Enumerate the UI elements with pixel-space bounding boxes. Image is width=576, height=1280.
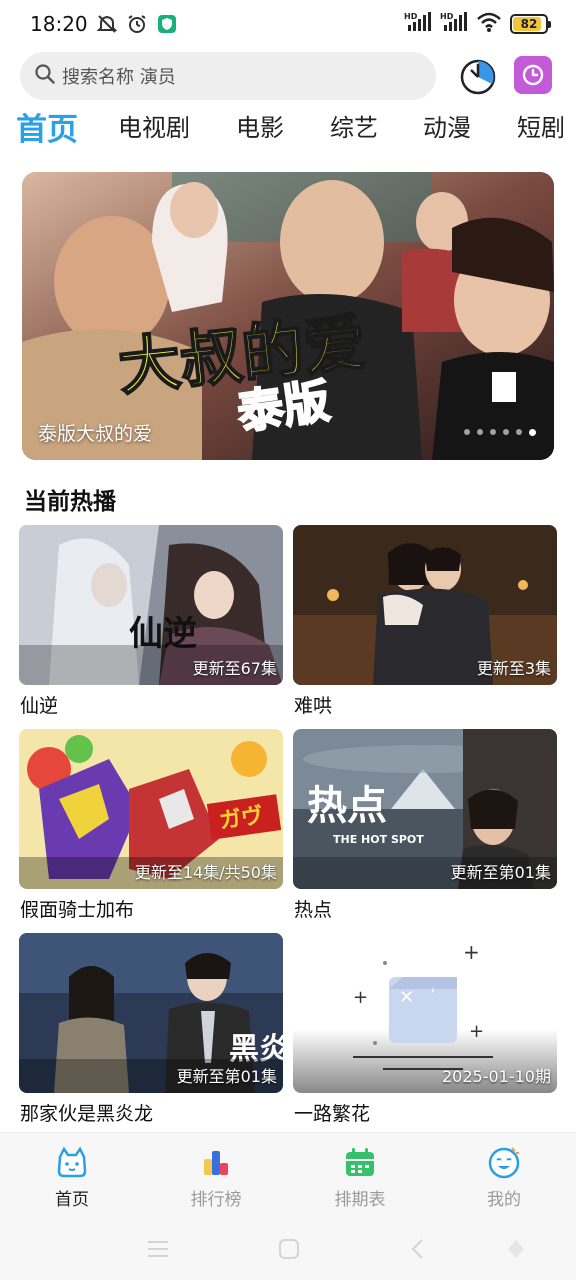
svg-text:HD: HD: [440, 12, 454, 21]
category-tabs: 首页 电视剧 电影 综艺 动漫 短剧: [0, 108, 576, 156]
episode-badge: 更新至3集: [476, 659, 551, 678]
clock-icon: [522, 64, 544, 86]
section-title: 当前热播: [24, 489, 116, 515]
thumbnail-art-text: 热点: [307, 783, 387, 829]
media-card[interactable]: 仙逆 更新至67集 仙逆: [19, 525, 283, 718]
card-thumbnail: 仙逆 更新至67集: [19, 525, 283, 685]
calendar-icon: [343, 1145, 377, 1179]
media-card[interactable]: ✕ ' + + + 2025-01-10期 一路繁花: [293, 933, 557, 1126]
nav-profile[interactable]: 我的: [454, 1145, 554, 1210]
alarm-icon: [126, 13, 148, 35]
search-input[interactable]: 搜索名称 演员: [20, 52, 436, 100]
card-thumbnail: 更新至3集: [293, 525, 557, 685]
assistant-icon[interactable]: [506, 1238, 526, 1264]
status-bar: 18:20 HD HD 82: [0, 0, 576, 48]
tab-variety[interactable]: 综艺: [330, 108, 378, 143]
search-icon: [34, 63, 56, 89]
ranking-chart-icon: [199, 1145, 233, 1179]
tab-home[interactable]: 首页: [16, 104, 78, 149]
search-placeholder: 搜索名称 演员: [62, 67, 176, 88]
search-row: 搜索名称 演员: [20, 52, 560, 100]
nav-label: 我的: [487, 1190, 521, 1210]
svg-text:✕: ✕: [399, 987, 414, 1008]
tab-tv[interactable]: 电视剧: [118, 108, 190, 143]
nav-label: 首页: [55, 1190, 89, 1210]
card-thumbnail: 黑炎 更新至第01集: [19, 933, 283, 1093]
menu-icon[interactable]: [146, 1238, 170, 1264]
nav-ranking[interactable]: 排行榜: [166, 1145, 266, 1210]
bottom-navigation: 首页 排行榜 排期表 我的: [0, 1132, 576, 1222]
carousel-dot: [477, 429, 483, 435]
card-title: 仙逆: [20, 695, 59, 717]
episode-badge: 2025-01-10期: [442, 1067, 551, 1086]
carousel-dot: [464, 429, 470, 435]
carousel-dot: [503, 429, 509, 435]
battery-level: 82: [520, 17, 538, 31]
signal-hd-icon-1: HD: [404, 11, 432, 37]
card-title: 一路繁花: [294, 1103, 371, 1125]
episode-badge: 更新至14集/共50集: [134, 863, 277, 882]
media-card[interactable]: 黑炎 更新至第01集 那家伙是黑炎龙: [19, 933, 283, 1126]
back-icon[interactable]: [410, 1238, 426, 1264]
nav-label: 排行榜: [190, 1190, 242, 1210]
carousel-dot: [516, 429, 522, 435]
episode-badge: 更新至第01集: [176, 1067, 277, 1086]
signal-hd-icon-2: HD: [440, 11, 468, 37]
episode-badge: 更新至第01集: [450, 863, 551, 882]
home-square-icon[interactable]: [278, 1238, 300, 1264]
tab-short-drama[interactable]: 短剧: [517, 108, 565, 143]
tab-movie[interactable]: 电影: [236, 108, 284, 143]
carousel-dot: [490, 429, 496, 435]
history-icon: [460, 59, 496, 95]
card-title: 那家伙是黑炎龙: [20, 1103, 154, 1125]
carousel-indicator: [464, 429, 536, 436]
card-title: 假面骑士加布: [20, 899, 135, 921]
system-navigation-bar: [0, 1222, 576, 1280]
timer-button[interactable]: [514, 56, 552, 94]
carousel-dot-active: [529, 429, 536, 436]
nav-label: 排期表: [334, 1190, 386, 1210]
profile-face-icon: [487, 1145, 521, 1179]
banner-caption: 泰版大叔的爱: [38, 423, 153, 445]
mute-bell-icon: [96, 13, 118, 35]
status-time: 18:20: [30, 12, 88, 36]
svg-text:+: +: [353, 987, 368, 1008]
home-mascot-icon: [55, 1145, 89, 1179]
shield-app-icon: [156, 13, 178, 35]
banner-carousel[interactable]: 大叔的爱 泰版 泰版大叔的爱: [22, 172, 554, 460]
card-thumbnail: ガヴ 更新至14集/共50集: [19, 729, 283, 889]
media-card[interactable]: 更新至3集 难哄: [293, 525, 557, 718]
battery-indicator: 82: [510, 14, 551, 34]
card-thumbnail: 热点 THE HOT SPOT 更新至第01集: [293, 729, 557, 889]
svg-text:': ': [431, 987, 435, 1003]
card-thumbnail: ✕ ' + + + 2025-01-10期: [293, 933, 557, 1093]
media-card[interactable]: ガヴ 更新至14集/共50集 假面骑士加布: [19, 729, 283, 922]
hd-label-1: HD: [404, 12, 418, 21]
history-button[interactable]: [458, 56, 498, 96]
episode-badge: 更新至67集: [192, 659, 277, 678]
banner-image: 大叔的爱 泰版: [22, 172, 554, 460]
tab-anime[interactable]: 动漫: [423, 108, 471, 143]
nav-home[interactable]: 首页: [22, 1145, 122, 1210]
nav-schedule[interactable]: 排期表: [310, 1145, 410, 1210]
svg-text:+: +: [469, 1021, 484, 1042]
wifi-icon: [476, 11, 502, 37]
thumbnail-art-subtext: THE HOT SPOT: [333, 833, 424, 846]
svg-text:+: +: [463, 940, 480, 964]
media-card[interactable]: 热点 THE HOT SPOT 更新至第01集 热点: [293, 729, 557, 922]
card-title: 难哄: [294, 695, 333, 717]
card-title: 热点: [294, 899, 333, 921]
